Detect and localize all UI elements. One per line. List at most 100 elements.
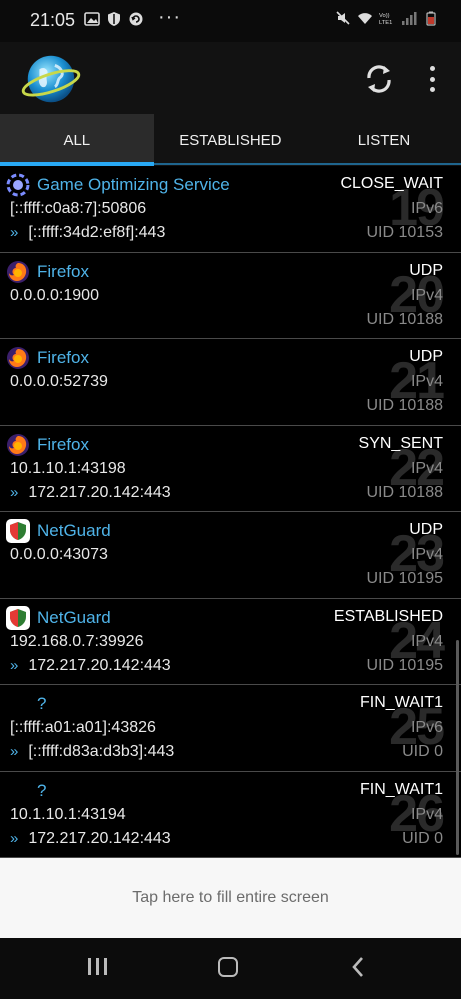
connection-state: UDP — [409, 261, 443, 279]
overflow-menu-icon[interactable] — [420, 62, 444, 96]
volte-icon: Vo))LTE1 — [379, 13, 392, 26]
local-address: 10.1.10.1:43198 — [10, 459, 126, 477]
connection-state: CLOSE_WAIT — [340, 175, 443, 192]
connection-state: FIN_WAIT1 — [360, 780, 443, 798]
wifi-icon — [358, 13, 372, 24]
connection-state: FIN_WAIT1 — [360, 694, 443, 711]
remote-address-text: 172.217.20.142:443 — [28, 829, 171, 847]
local-address: 10.1.10.1:43194 — [10, 805, 126, 823]
image-icon — [84, 12, 100, 26]
local-address: [::ffff:a01:a01]:43826 — [10, 719, 156, 736]
status-bar: 21:05 ··· Vo)) LTE1 — [0, 0, 461, 42]
tab-established[interactable]: ESTABLISHED — [154, 114, 308, 166]
uid-label: UID 10188 — [366, 397, 444, 414]
list-item[interactable]: 22 Firefox SYN_SENT 10.1.10.1:43198 » 172… — [0, 426, 461, 512]
app-name: Firefox — [37, 261, 89, 281]
globe-network-icon — [21, 55, 81, 103]
remote-arrow: » — [10, 483, 19, 501]
remote-arrow: » — [10, 829, 19, 847]
status-left-icons — [84, 11, 144, 27]
game-optimizer-icon — [6, 173, 30, 197]
navigation-bar — [0, 938, 461, 999]
list-item[interactable]: 19 Game Optimizing Service CLOSE_WAIT [:… — [0, 166, 461, 253]
app-name: NetGuard — [37, 607, 111, 627]
recent-apps-icon[interactable] — [88, 958, 107, 975]
netguard-icon — [6, 519, 30, 543]
remote-address: » [::ffff:34d2:ef8f]:443 — [10, 224, 165, 242]
connection-state: ESTABLISHED — [333, 607, 443, 625]
uid-label: UID 10188 — [366, 483, 444, 501]
remote-address: » 172.217.20.142:443 — [10, 830, 171, 848]
local-address: 0.0.0.0:43073 — [10, 546, 108, 563]
connection-state: UDP — [409, 521, 443, 538]
mute-icon — [336, 11, 350, 25]
shield-icon — [108, 12, 120, 26]
firefox-icon — [7, 347, 29, 369]
list-item[interactable]: 25 ? FIN_WAIT1 [::ffff:a01:a01]:43826 »[… — [0, 685, 461, 772]
uid-label: UID 10153 — [366, 224, 444, 241]
ip-version: IPv4 — [410, 373, 443, 390]
home-icon[interactable] — [218, 957, 238, 977]
uid-label: UID 0 — [402, 743, 443, 760]
remote-address-text: 172.217.20.142:443 — [28, 483, 171, 501]
local-address: 192.168.0.7:39926 — [10, 632, 144, 650]
app-name: NetGuard — [37, 521, 111, 540]
remote-arrow: » — [10, 224, 19, 241]
remote-address-text: [::ffff:d83a:d3b3]:443 — [28, 743, 175, 760]
tab-all[interactable]: ALL — [0, 114, 154, 166]
uid-label: UID 10195 — [366, 570, 444, 587]
app-name: Firefox — [37, 434, 89, 454]
uid-label: UID 10195 — [366, 656, 444, 674]
remote-address: » 172.217.20.142:443 — [10, 657, 171, 675]
remote-address: » [::ffff:d83a:d3b3]:443 — [10, 743, 174, 761]
svg-text:LTE1: LTE1 — [379, 20, 392, 26]
app-name: ? — [37, 694, 47, 713]
remote-address-text: 172.217.20.142:443 — [28, 656, 171, 674]
connection-list[interactable]: 19 Game Optimizing Service CLOSE_WAIT [:… — [0, 166, 461, 858]
app-bar — [0, 42, 461, 114]
list-item[interactable]: 26 ? FIN_WAIT1 10.1.10.1:43194 » 172.217.… — [0, 772, 461, 858]
tab-listen[interactable]: LISTEN — [307, 114, 461, 166]
battery-icon — [426, 11, 436, 26]
fill-screen-banner[interactable]: Tap here to fill entire screen — [0, 858, 461, 938]
ip-version: IPv6 — [410, 719, 443, 736]
app-name: Game Optimizing Service — [37, 175, 230, 194]
refresh-icon[interactable] — [360, 60, 398, 98]
local-address: 0.0.0.0:1900 — [10, 286, 99, 304]
list-item[interactable]: 23 NetGuard UDP 0.0.0.0:43073 IPv4 UID 1… — [0, 512, 461, 599]
netguard-icon — [6, 605, 30, 630]
ip-version: IPv4 — [410, 805, 443, 823]
sync-icon — [129, 12, 143, 26]
ip-version: IPv4 — [410, 459, 443, 477]
remote-address-text: [::ffff:34d2:ef8f]:443 — [28, 224, 166, 241]
ip-version: IPv4 — [410, 632, 443, 650]
remote-arrow: » — [10, 656, 19, 674]
back-icon[interactable] — [348, 955, 368, 979]
remote-address: » 172.217.20.142:443 — [10, 484, 171, 502]
more-notifications-indicator: ··· — [158, 6, 181, 28]
local-address: 0.0.0.0:52739 — [10, 373, 108, 390]
remote-arrow: » — [10, 743, 19, 760]
tab-bar: ALL ESTABLISHED LISTEN — [0, 114, 461, 166]
firefox-icon — [7, 260, 29, 283]
ip-version: IPv4 — [410, 286, 443, 304]
local-address: [::ffff:c0a8:7]:50806 — [10, 200, 147, 217]
signal-icon — [402, 12, 417, 25]
tab-divider — [0, 163, 461, 165]
scrollbar-thumb[interactable] — [456, 640, 459, 855]
app-name: Firefox — [37, 348, 89, 367]
ip-version: IPv4 — [410, 546, 443, 563]
list-item[interactable]: 24 NetGuard ESTABLISHED 192.168.0.7:3992… — [0, 599, 461, 685]
connection-state: SYN_SENT — [358, 434, 443, 452]
firefox-icon — [7, 433, 29, 456]
list-item[interactable]: 20 Firefox UDP 0.0.0.0:1900 IPv4 UID 101… — [0, 253, 461, 339]
connection-state: UDP — [409, 348, 443, 365]
uid-label: UID 10188 — [366, 310, 444, 328]
uid-label: UID 0 — [402, 829, 443, 847]
list-item[interactable]: 21 Firefox UDP 0.0.0.0:52739 IPv4 UID 10… — [0, 339, 461, 426]
svg-text:Vo)): Vo)) — [379, 13, 390, 19]
status-right-icons: Vo)) LTE1 — [335, 10, 439, 26]
app-name: ? — [37, 780, 47, 800]
status-time: 21:05 — [30, 10, 76, 30]
ip-version: IPv6 — [410, 200, 443, 217]
